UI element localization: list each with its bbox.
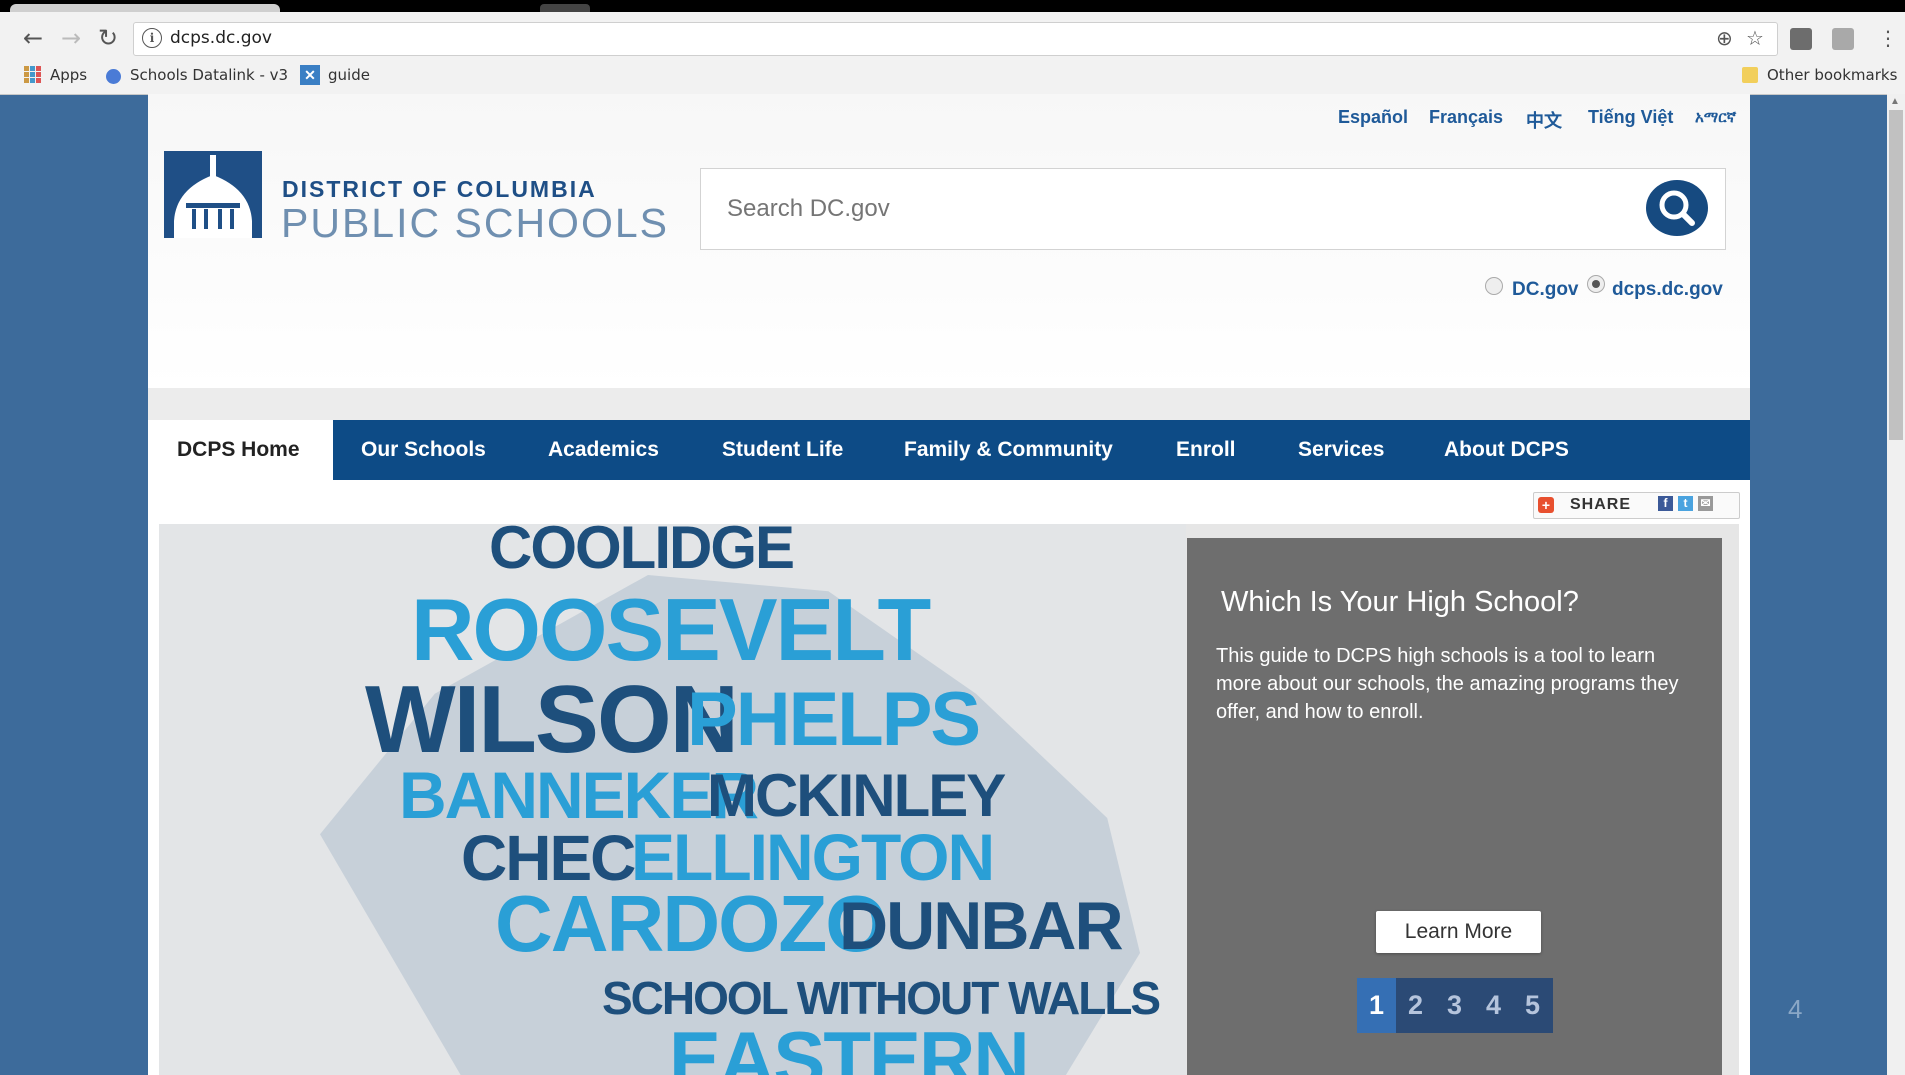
forward-arrow-icon[interactable]: → (58, 24, 84, 52)
other-bookmarks[interactable]: Other bookmarks (1767, 66, 1897, 84)
nav-enroll[interactable]: Enroll (1176, 438, 1236, 462)
nav-family-community[interactable]: Family & Community (904, 438, 1113, 462)
logo-text-public-schools: PUBLIC SCHOOLS (281, 200, 669, 246)
folder-icon (1742, 67, 1758, 83)
bookmark-star-icon[interactable]: ☆ (1746, 26, 1764, 50)
nav-about-dcps[interactable]: About DCPS (1444, 438, 1569, 462)
language-link-french[interactable]: Français (1429, 107, 1503, 128)
nav-dcps-home[interactable]: DCPS Home (177, 438, 300, 462)
capitol-dome-logo-icon[interactable] (164, 151, 262, 238)
radio-label-dcps[interactable]: dcps.dc.gov (1612, 279, 1723, 301)
facebook-icon[interactable]: f (1658, 496, 1673, 511)
email-icon[interactable]: ✉ (1698, 496, 1713, 511)
school-word-banneker: BANNEKER (399, 758, 759, 832)
apps-grid-icon (24, 66, 41, 83)
hero-image[interactable]: COOLIDGE ROOSEVELT WILSON PHELPS BANNEKE… (159, 524, 1186, 1075)
school-word-mckinley: MCKINLEY (707, 762, 1006, 829)
search-input[interactable] (725, 193, 1529, 225)
language-link-amharic[interactable]: አማርኛ (1695, 109, 1736, 126)
reload-icon[interactable]: ↻ (95, 24, 121, 52)
scrollbar-thumb[interactable] (1889, 110, 1903, 440)
extension-icon[interactable] (1790, 28, 1812, 50)
search-button[interactable] (1646, 180, 1708, 236)
menu-kebab-icon[interactable]: ⋮ (1878, 26, 1898, 50)
nav-academics[interactable]: Academics (548, 438, 659, 462)
extension-icon[interactable] (1832, 28, 1854, 50)
pager-page-2[interactable]: 2 (1396, 978, 1435, 1033)
bookmark-apps[interactable]: Apps (50, 66, 87, 84)
logo-text-district: DISTRICT OF COLUMBIA (282, 176, 597, 202)
window-top-strip (0, 0, 1905, 12)
pager-page-1[interactable]: 1 (1357, 978, 1396, 1033)
zoom-icon[interactable]: ⊕ (1716, 26, 1733, 50)
browser-tab[interactable] (540, 4, 590, 12)
share-plus-icon: + (1538, 497, 1554, 513)
twitter-icon[interactable]: t (1678, 496, 1693, 511)
school-word-dunbar: DUNBAR (839, 888, 1124, 964)
language-link-spanish[interactable]: Español (1338, 107, 1408, 128)
slide-number: 4 (1788, 994, 1803, 1024)
globe-icon (106, 69, 121, 84)
hero-panel-body: This guide to DCPS high schools is a too… (1216, 645, 1679, 723)
bookmark-guide[interactable]: guide (328, 66, 370, 84)
scroll-up-arrow-icon[interactable]: ▲ (1890, 96, 1900, 107)
address-bar[interactable] (133, 22, 1778, 56)
guide-icon: ✕ (300, 65, 320, 85)
address-bar-url[interactable]: dcps.dc.gov (170, 28, 272, 48)
nav-our-schools[interactable]: Our Schools (361, 438, 486, 462)
search-icon (1659, 190, 1695, 226)
header-divider (148, 388, 1750, 420)
hero-panel-title: Which Is Your High School? (1221, 586, 1579, 618)
school-word-coolidge: COOLIDGE (489, 524, 795, 581)
bookmark-schools-datalink[interactable]: Schools Datalink - v3 (130, 66, 288, 84)
carousel-pager: 1 2 3 4 5 (1357, 978, 1553, 1033)
language-link-chinese[interactable]: 中文 (1526, 107, 1562, 133)
school-word-phelps: PHELPS (687, 677, 981, 762)
share-label: SHARE (1570, 496, 1632, 513)
learn-more-button[interactable]: Learn More (1376, 911, 1541, 953)
pager-page-3[interactable]: 3 (1435, 978, 1474, 1033)
radio-label-dcgov[interactable]: DC.gov (1512, 279, 1579, 301)
radio-dcps[interactable] (1587, 275, 1605, 293)
info-icon[interactable]: i (142, 28, 162, 48)
school-word-cardozo: CARDOZO (495, 879, 887, 968)
pager-page-4[interactable]: 4 (1474, 978, 1513, 1033)
pager-page-5[interactable]: 5 (1513, 978, 1552, 1033)
school-word-eastern: EASTERN (669, 1015, 1030, 1075)
radio-dcgov[interactable] (1485, 277, 1503, 295)
nav-student-life[interactable]: Student Life (722, 438, 843, 462)
school-word-roosevelt: ROOSEVELT (411, 580, 931, 679)
school-word-wilson: WILSON (365, 666, 739, 773)
language-link-vietnamese[interactable]: Tiếng Việt (1588, 107, 1673, 128)
nav-services[interactable]: Services (1298, 438, 1384, 462)
back-arrow-icon[interactable]: ← (20, 24, 46, 52)
